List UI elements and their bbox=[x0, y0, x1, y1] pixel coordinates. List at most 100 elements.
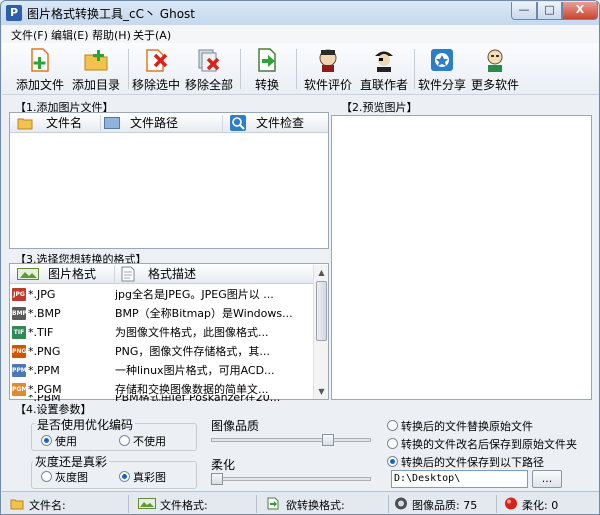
radio-selected-icon bbox=[41, 435, 52, 446]
column-filepath[interactable]: 文件路径 bbox=[130, 113, 178, 133]
column-filecheck[interactable]: 文件检查 bbox=[256, 113, 304, 133]
convert-button[interactable]: 转换 bbox=[246, 45, 288, 93]
pirate-icon bbox=[375, 51, 393, 72]
status-format: 文件格式: bbox=[160, 499, 208, 512]
menu-edit[interactable]: 编辑(E) bbox=[51, 27, 89, 43]
menu-about[interactable]: 关于(A) bbox=[133, 27, 171, 43]
browse-button[interactable]: ... bbox=[532, 470, 562, 488]
format-list-scrollbar[interactable]: ▲ ▼ bbox=[313, 265, 328, 399]
minimize-button[interactable]: — bbox=[511, 2, 537, 20]
radio-unselected-icon bbox=[41, 471, 52, 482]
column-description[interactable]: 格式描述 bbox=[148, 264, 196, 284]
format-row-tif[interactable]: TIF *.TIF 为图像文件格式，此图像格式... bbox=[10, 323, 313, 342]
menu-file[interactable]: 文件(F) bbox=[11, 27, 48, 43]
convert-label: 转换 bbox=[254, 78, 279, 92]
remove-selected-button[interactable]: 移除选中 bbox=[130, 45, 182, 93]
format-ext: *.JPG bbox=[28, 288, 56, 301]
rate-icon bbox=[319, 49, 337, 72]
scroll-down-icon[interactable]: ▼ bbox=[315, 385, 328, 398]
encode-nouse-radio[interactable]: 不使用 bbox=[119, 433, 166, 449]
encode-use-radio[interactable]: 使用 bbox=[41, 433, 77, 449]
format-ext: *.PNG bbox=[28, 345, 61, 358]
column-format[interactable]: 图片格式 bbox=[48, 264, 96, 284]
format-desc: PNG，图像文件存储格式，其... bbox=[115, 345, 270, 358]
share-button[interactable]: 软件分享 bbox=[416, 45, 468, 93]
add-folder-label: 添加目录 bbox=[71, 78, 120, 92]
save-to-path-radio[interactable]: 转换后的文件保存到以下路径 bbox=[387, 454, 544, 470]
scroll-thumb[interactable] bbox=[316, 281, 327, 341]
status-soften: 柔化: 0 bbox=[522, 499, 559, 512]
status-separator bbox=[256, 495, 257, 513]
folder-icon bbox=[10, 499, 24, 510]
format-row-jpg[interactable]: JPG *.JPG jpg全名是JPEG。JPEG图片以 ... bbox=[10, 285, 313, 304]
soften-slider-thumb[interactable] bbox=[211, 473, 223, 485]
contact-author-label: 直联作者 bbox=[359, 78, 408, 92]
rate-button[interactable]: 软件评价 bbox=[300, 45, 356, 93]
format-desc: 为图像文件格式，此图像格式... bbox=[115, 326, 269, 339]
convert-icon bbox=[267, 497, 279, 510]
scroll-up-icon[interactable]: ▲ bbox=[315, 266, 328, 279]
format-row-bmp[interactable]: BMP *.BMP BMP（全称Bitmap）是Windows... bbox=[10, 304, 313, 323]
radio-label: 转换后的文件保存到以下路径 bbox=[401, 456, 544, 469]
more-software-icon bbox=[487, 49, 503, 72]
soften-label: 柔化 bbox=[211, 458, 236, 472]
format-row-ppm[interactable]: PPM *.PPM 一种linux图片格式，可用ACD... bbox=[10, 361, 313, 380]
quality-slider-thumb[interactable] bbox=[322, 434, 334, 446]
output-path-input[interactable]: D:\Desktop\ bbox=[391, 470, 528, 488]
toolbar: 添加文件 添加目录 移除选中 移除全部 转换 软件评价 直联作者 软件分享 更多… bbox=[2, 43, 599, 95]
grayscale-radio[interactable]: 灰度图 bbox=[41, 469, 88, 485]
file-list-header: 文件名 文件路径 文件检查 bbox=[10, 113, 328, 133]
app-icon: P bbox=[6, 5, 22, 21]
column-divider bbox=[222, 115, 223, 131]
maximize-button[interactable]: □ bbox=[537, 2, 562, 20]
column-divider bbox=[114, 266, 115, 282]
image-format-icon bbox=[138, 498, 156, 509]
format-list-header: 图片格式 格式描述 bbox=[10, 264, 328, 284]
png-file-icon: PNG bbox=[12, 345, 26, 358]
add-file-button[interactable]: 添加文件 bbox=[12, 45, 68, 93]
color-group-title: 灰度还是真彩 bbox=[33, 453, 110, 470]
add-folder-button[interactable]: 添加目录 bbox=[68, 45, 124, 93]
status-filename: 文件名: bbox=[29, 499, 66, 512]
folder-icon bbox=[17, 118, 33, 130]
remove-all-label: 移除全部 bbox=[184, 78, 233, 92]
format-row-png[interactable]: PNG *.PNG PNG，图像文件存储格式，其... bbox=[10, 342, 313, 361]
column-divider bbox=[100, 115, 101, 131]
format-desc: PBM格式由Jef Poskanzer在20... bbox=[115, 395, 310, 401]
close-button[interactable]: X bbox=[562, 2, 598, 20]
convert-icon bbox=[258, 48, 276, 72]
file-list-panel[interactable]: 文件名 文件路径 文件检查 bbox=[9, 112, 329, 249]
radio-unselected-icon bbox=[387, 438, 398, 449]
contact-author-button[interactable]: 直联作者 bbox=[356, 45, 412, 93]
title-bar: P 图片格式转换工具_cC丶 Ghost — □ X bbox=[1, 1, 599, 25]
more-software-label: 更多软件 bbox=[470, 78, 519, 92]
radio-unselected-icon bbox=[387, 420, 398, 431]
toolbar-separator bbox=[296, 49, 297, 89]
radio-label: 不使用 bbox=[133, 435, 166, 448]
ppm-file-icon: PPM bbox=[12, 364, 27, 377]
remove-selected-label: 移除选中 bbox=[131, 78, 180, 92]
column-filename[interactable]: 文件名 bbox=[46, 113, 82, 133]
add-file-icon bbox=[31, 48, 49, 72]
section4-title: 【4.设置参数】 bbox=[15, 403, 92, 416]
radio-label: 转换后的文件替换原始文件 bbox=[401, 420, 533, 433]
remove-all-button[interactable]: 移除全部 bbox=[182, 45, 236, 93]
quality-slider-track[interactable] bbox=[211, 438, 371, 442]
radio-label: 真彩图 bbox=[133, 471, 166, 484]
format-desc: BMP（全称Bitmap）是Windows... bbox=[115, 307, 293, 320]
menu-help[interactable]: 帮助(H) bbox=[92, 27, 131, 43]
format-list-panel[interactable]: 图片格式 格式描述 JPG *.JPG jpg全名是JPEG。JPEG图片以 .… bbox=[9, 263, 329, 401]
radio-unselected-icon bbox=[119, 435, 130, 446]
format-desc: 一种linux图片格式，可用ACD... bbox=[115, 364, 275, 377]
replace-original-radio[interactable]: 转换后的文件替换原始文件 bbox=[387, 418, 533, 434]
rename-save-radio[interactable]: 转换的文件改名后保存到原始文件夹 bbox=[387, 436, 577, 452]
preview-panel bbox=[331, 115, 592, 400]
toolbar-separator bbox=[414, 49, 415, 89]
format-ext: *.PPM bbox=[28, 364, 60, 377]
soften-slider-track[interactable] bbox=[211, 477, 371, 481]
truecolor-radio[interactable]: 真彩图 bbox=[119, 469, 166, 485]
rate-label: 软件评价 bbox=[303, 78, 352, 92]
more-software-button[interactable]: 更多软件 bbox=[468, 45, 522, 93]
jpg-file-icon: JPG bbox=[12, 288, 26, 301]
status-separator bbox=[128, 495, 129, 513]
